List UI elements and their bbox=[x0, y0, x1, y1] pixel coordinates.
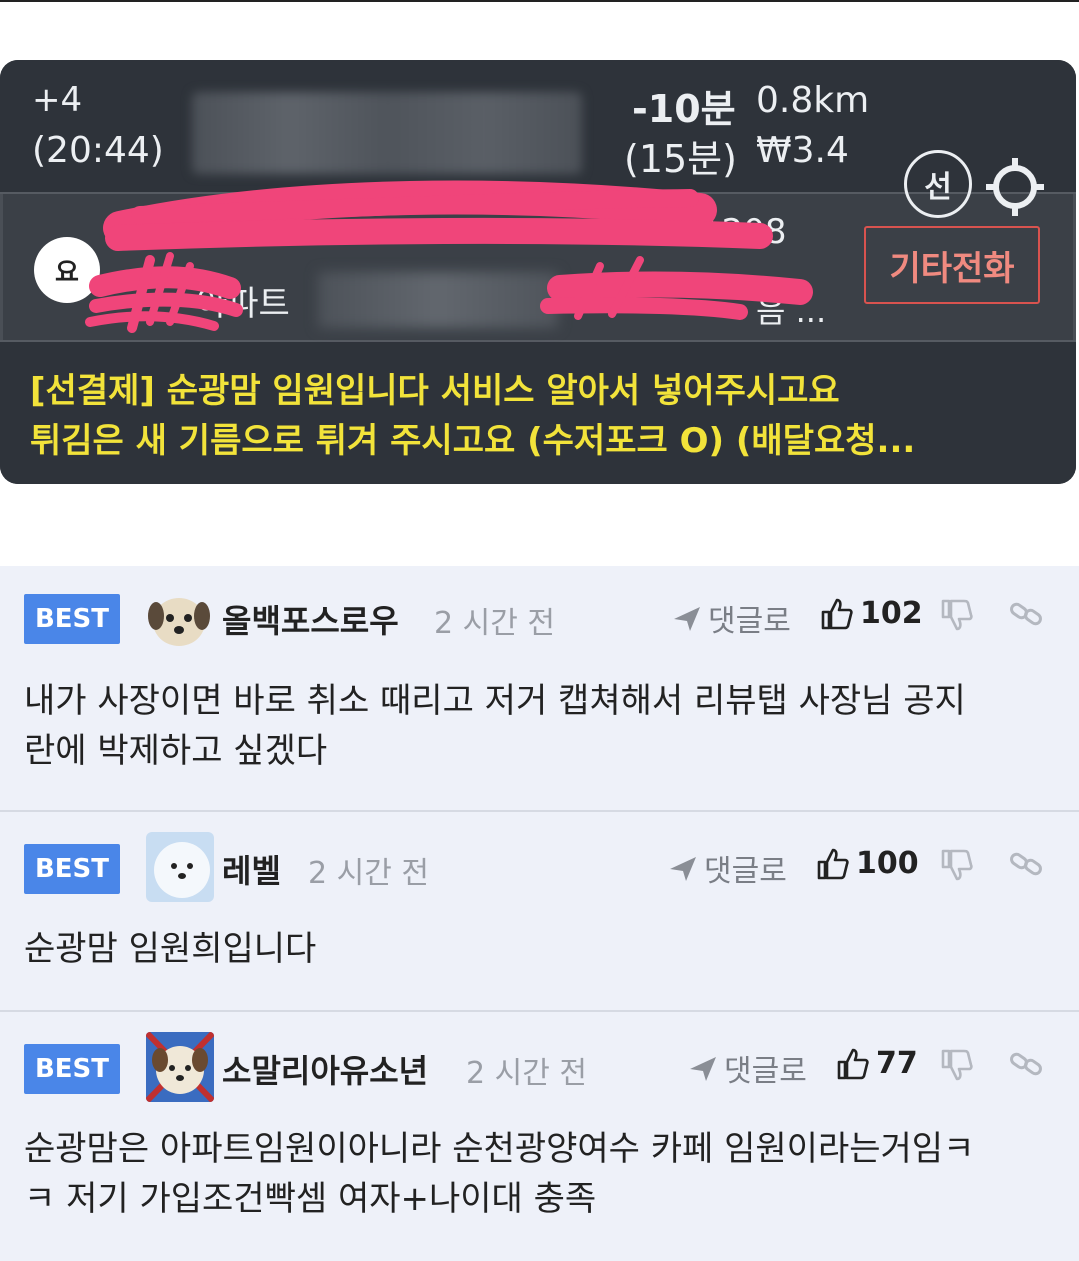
thumbs-up-icon bbox=[821, 598, 853, 629]
reply-button[interactable]: 댓글로 bbox=[668, 846, 787, 890]
delivery-order-card[interactable]: +4 (20:44) -10분 (15분) 0.8km ₩3.4 선 요 120… bbox=[0, 60, 1076, 484]
like-count: 77 bbox=[876, 1046, 918, 1081]
send-arrow-icon bbox=[670, 857, 696, 881]
thumbs-down-icon[interactable] bbox=[940, 598, 974, 632]
dog-avatar-icon bbox=[146, 586, 212, 652]
comment-body: 내가 사장이면 바로 취소 때리고 저거 캡쳐해서 리뷰탭 사장님 공지 란에 … bbox=[24, 676, 1054, 776]
comment-body: 순광맘 임원희입니다 bbox=[24, 924, 1054, 974]
comment-item: BEST 레벨 2 시간 전 댓글로 100 순광맘 임원희입니다 bbox=[0, 812, 1079, 1010]
reply-button[interactable]: 댓글로 bbox=[688, 1046, 807, 1090]
thumbs-up-icon bbox=[837, 1048, 869, 1079]
comment-item: BEST 올백포스로우 2 시간 전 댓글로 102 내가 사장이면 바로 취소… bbox=[0, 566, 1079, 810]
comment-text-line: 순광맘은 아파트임원이아니라 순천광양여수 카페 임원이라는거임ㅋ bbox=[24, 1129, 975, 1169]
like-button[interactable]: 77 bbox=[836, 1046, 918, 1081]
comment-time: 2 시간 전 bbox=[308, 856, 429, 891]
other-call-button[interactable]: 기타전화 bbox=[864, 226, 1040, 304]
comment-nickname[interactable]: 소말리아유소년 bbox=[222, 1046, 428, 1092]
best-badge: BEST bbox=[24, 844, 120, 894]
thumbs-up-icon bbox=[817, 848, 849, 879]
best-badge: BEST bbox=[24, 594, 120, 644]
thumbs-down-icon[interactable] bbox=[940, 1048, 974, 1082]
comment-body: 순광맘은 아파트임원이아니라 순천광양여수 카페 임원이라는거임ㅋ ㅋ 저기 가… bbox=[24, 1124, 1054, 1224]
comment-text-line: 란에 박제하고 싶겠다 bbox=[24, 731, 328, 771]
link-icon[interactable] bbox=[1008, 1046, 1044, 1082]
avatar[interactable] bbox=[146, 586, 212, 652]
thumbs-down-icon[interactable] bbox=[940, 848, 974, 882]
white-dog-avatar-icon bbox=[146, 832, 214, 902]
link-icon[interactable] bbox=[1008, 596, 1044, 632]
best-badge: BEST bbox=[24, 1044, 120, 1094]
like-count: 100 bbox=[856, 846, 919, 881]
top-border bbox=[0, 0, 1079, 2]
like-button[interactable]: 100 bbox=[816, 846, 919, 881]
reply-label: 댓글로 bbox=[724, 1054, 807, 1089]
dog-avatar-icon bbox=[146, 1032, 214, 1102]
comment-text-line: 내가 사장이면 바로 취소 때리고 저거 캡쳐해서 리뷰탭 사장님 공지 bbox=[24, 681, 966, 721]
like-count: 102 bbox=[860, 596, 923, 631]
like-button[interactable]: 102 bbox=[820, 596, 923, 631]
link-icon[interactable] bbox=[1008, 846, 1044, 882]
reply-label: 댓글로 bbox=[708, 604, 791, 639]
send-arrow-icon bbox=[690, 1057, 716, 1081]
avatar[interactable] bbox=[146, 832, 214, 902]
reply-button[interactable]: 댓글로 bbox=[672, 596, 791, 640]
comment-nickname[interactable]: 올백포스로우 bbox=[222, 596, 399, 642]
comment-time: 2 시간 전 bbox=[434, 606, 555, 641]
reply-label: 댓글로 bbox=[704, 854, 787, 889]
memo-line-1: [선결제] 순광맘 임원입니다 서비스 알아서 넣어주시고요 bbox=[30, 371, 840, 411]
order-memo: [선결제] 순광맘 임원입니다 서비스 알아서 넣어주시고요 튀김은 새 기름으… bbox=[30, 366, 1050, 466]
comment-text-line: ㅋ 저기 가입조건빡셈 여자+나이대 충족 bbox=[24, 1179, 597, 1219]
avatar[interactable] bbox=[146, 1032, 214, 1102]
comment-nickname[interactable]: 레벨 bbox=[222, 846, 281, 892]
comment-time: 2 시간 전 bbox=[466, 1056, 587, 1091]
send-arrow-icon bbox=[674, 607, 700, 631]
comment-text-line: 순광맘 임원희입니다 bbox=[24, 929, 317, 969]
memo-line-2: 튀김은 새 기름으로 튀겨 주시고요 (수저포크 O) (배달요청... bbox=[30, 421, 916, 461]
comment-item: BEST 소말리아유소년 2 시간 전 댓글로 77 순광맘은 아파트임원이아니… bbox=[0, 1012, 1079, 1261]
